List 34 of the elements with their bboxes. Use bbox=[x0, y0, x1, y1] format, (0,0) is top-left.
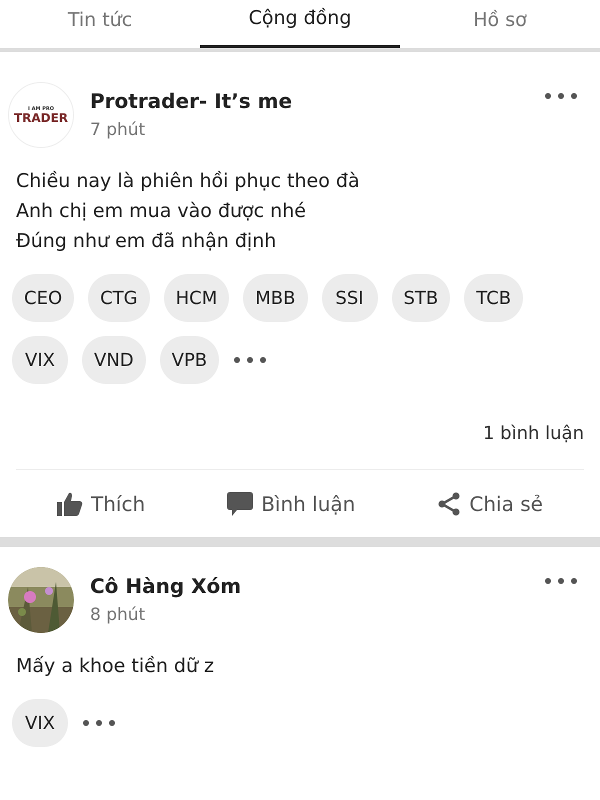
more-tags-icon[interactable] bbox=[233, 356, 268, 364]
action-button[interactable]: Bình luận bbox=[227, 488, 356, 518]
post-text: Chiều nay là phiên hồi phục theo đà bbox=[16, 169, 361, 194]
more-tags-icon[interactable] bbox=[82, 719, 116, 727]
stock-tag[interactable]: TCB bbox=[464, 274, 524, 322]
stock-tag[interactable]: VIX bbox=[12, 699, 68, 747]
stock-tag[interactable]: MBB bbox=[243, 274, 308, 322]
stock-tag[interactable]: VIX bbox=[12, 336, 68, 384]
post-time: 8 phút bbox=[90, 604, 146, 627]
author-name[interactable]: Protrader- It’s me bbox=[90, 82, 544, 116]
thumbs-up-icon bbox=[57, 492, 84, 516]
tab[interactable]: Hồ sơ bbox=[400, 0, 600, 48]
post-time: 7 phút bbox=[90, 119, 146, 142]
stock-tag[interactable]: SSI bbox=[322, 274, 378, 322]
post-text: Anh chị em mua vào được nhé bbox=[16, 199, 307, 224]
post-text: Mấy a khoe tiền dữ z bbox=[16, 654, 216, 679]
tab[interactable]: Cộng đồng bbox=[200, 0, 400, 48]
stock-tag[interactable]: VND bbox=[82, 336, 146, 384]
stock-tag[interactable]: CTG bbox=[88, 274, 150, 322]
action-button[interactable]: Chia sẻ bbox=[437, 488, 543, 518]
post-text: Đúng như em đã nhận định bbox=[16, 229, 278, 254]
action-button[interactable]: Thích bbox=[57, 488, 146, 518]
tab[interactable]: Tin tức bbox=[0, 0, 200, 48]
stock-tag[interactable]: STB bbox=[392, 274, 450, 322]
stock-tag[interactable]: VPB bbox=[160, 336, 220, 384]
speech-bubble-icon bbox=[227, 492, 254, 516]
comment-count[interactable]: 1 bình luận bbox=[483, 420, 584, 447]
more-options-icon[interactable] bbox=[544, 92, 578, 100]
logo-text: TRADER bbox=[14, 112, 68, 124]
share-icon bbox=[437, 492, 462, 516]
more-options-icon[interactable] bbox=[544, 577, 578, 585]
stock-tag[interactable]: HCM bbox=[164, 274, 230, 322]
author-name[interactable]: Cô Hàng Xóm bbox=[90, 567, 544, 601]
stock-tag[interactable]: CEO bbox=[12, 274, 74, 322]
